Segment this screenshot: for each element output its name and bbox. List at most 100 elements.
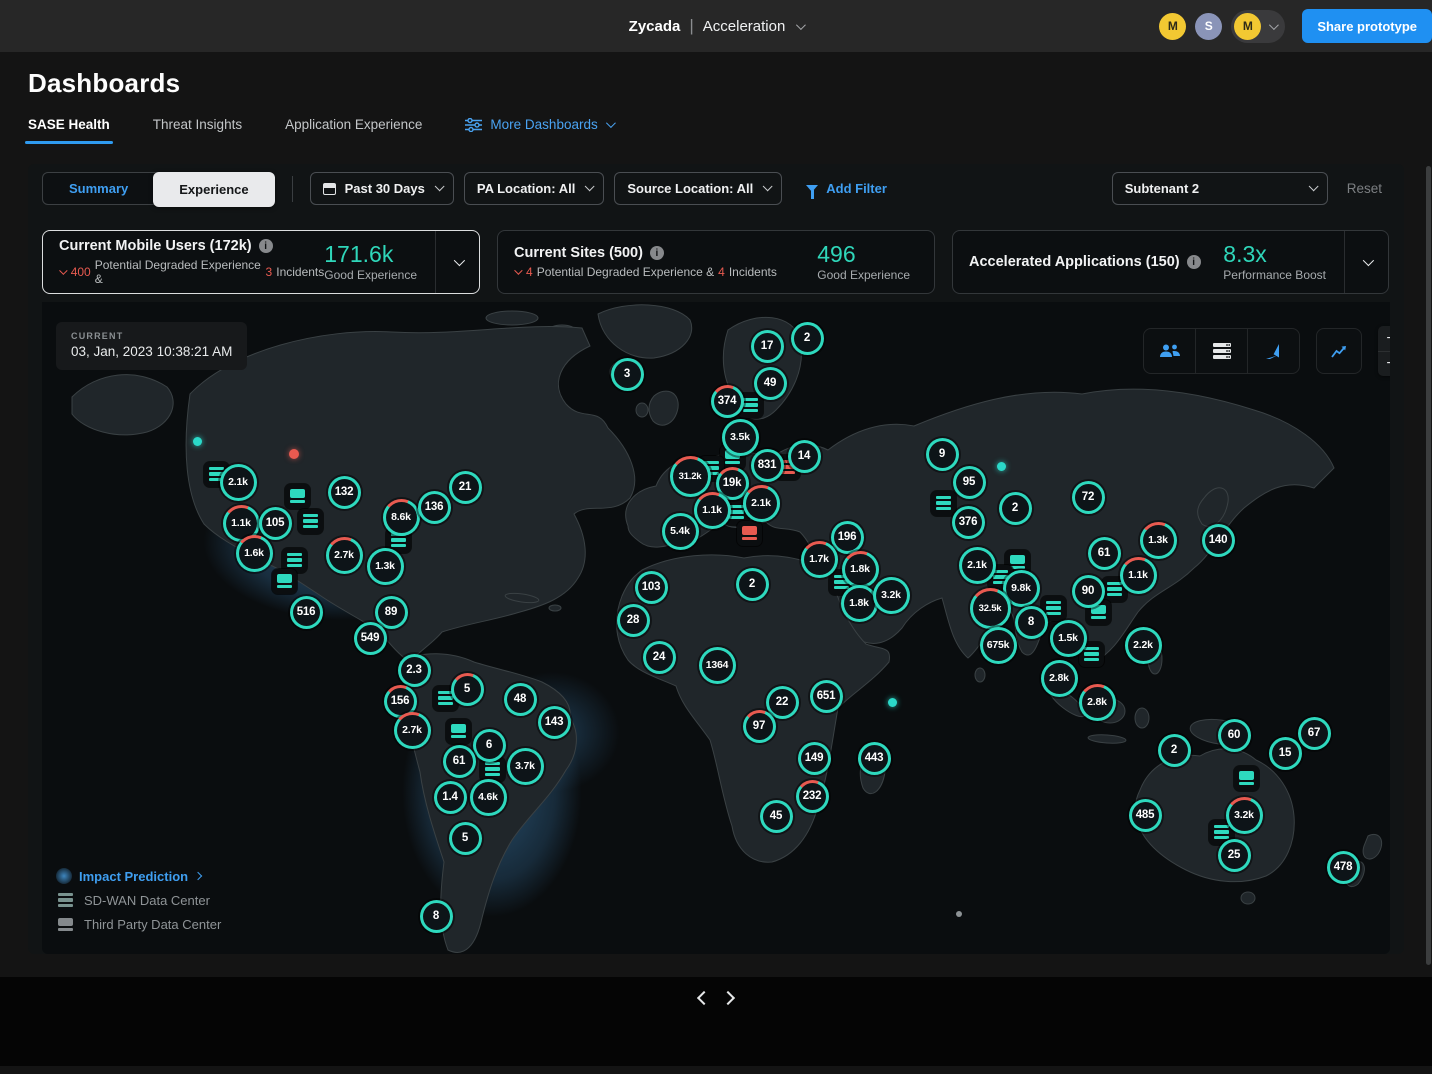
map-marker[interactable]: 2.1k [743, 485, 780, 522]
kpi-card-accelerated-apps[interactable]: Accelerated Applications (150) 8.3x Perf… [952, 230, 1389, 294]
sdwan-datacenter-icon[interactable] [931, 491, 956, 516]
map-marker[interactable]: 2 [791, 322, 824, 355]
map-marker[interactable]: 6 [473, 729, 506, 762]
map-marker[interactable]: 2 [1158, 734, 1191, 767]
map-marker[interactable]: 72 [1072, 481, 1105, 514]
map-marker[interactable]: 1.1k [1120, 557, 1157, 594]
map-marker[interactable]: 97 [743, 710, 776, 743]
map-marker[interactable]: 67 [1298, 717, 1331, 750]
thirdparty-datacenter-icon[interactable] [737, 521, 762, 546]
source-location-dropdown[interactable]: Source Location: All [614, 172, 782, 205]
map-marker[interactable]: 9 [926, 438, 959, 471]
map-marker[interactable]: 2.2k [1125, 627, 1162, 664]
map-marker[interactable]: 89 [375, 596, 408, 629]
map-marker[interactable]: 4.6k [470, 779, 507, 816]
map-marker[interactable]: 45 [760, 800, 793, 833]
map-marker[interactable]: 21 [449, 471, 482, 504]
map-marker[interactable]: 49 [754, 367, 787, 400]
map-marker[interactable]: 143 [538, 706, 571, 739]
user-menu[interactable]: M [1231, 10, 1285, 43]
map-marker[interactable]: 549 [354, 622, 387, 655]
next-page-icon[interactable] [721, 991, 735, 1005]
kpi-card-sites[interactable]: Current Sites (500) 4 Potential Degraded… [497, 230, 935, 294]
map-marker[interactable]: 374 [711, 385, 744, 418]
map-marker[interactable]: 485 [1129, 799, 1162, 832]
prisma-layer-button[interactable] [1247, 329, 1299, 373]
more-dashboards-menu[interactable]: More Dashboards [465, 117, 612, 144]
thirdparty-datacenter-icon[interactable] [446, 719, 471, 744]
map-marker[interactable]: 14 [788, 440, 821, 473]
chart-view-button[interactable] [1316, 328, 1362, 374]
thirdparty-datacenter-icon[interactable] [285, 484, 310, 509]
experience-toggle[interactable]: Experience [153, 172, 274, 207]
map-marker[interactable]: 232 [796, 780, 829, 813]
map-marker[interactable]: 376 [952, 506, 985, 539]
info-icon[interactable] [650, 246, 664, 260]
map-marker[interactable]: 95 [953, 466, 986, 499]
pa-location-dropdown[interactable]: PA Location: All [464, 172, 604, 205]
tab-threat-insights[interactable]: Threat Insights [153, 117, 242, 144]
legend-impact-prediction[interactable]: Impact Prediction [56, 868, 221, 884]
map-marker[interactable]: 1.3k [1140, 522, 1177, 559]
map-marker[interactable]: 3 [611, 358, 644, 391]
map-marker[interactable]: 28 [617, 604, 650, 637]
thirdparty-datacenter-icon[interactable] [1234, 766, 1259, 791]
map-marker[interactable]: 1.1k [694, 492, 731, 529]
map-marker[interactable]: 5 [451, 673, 484, 706]
expand-card-button[interactable] [1344, 231, 1388, 293]
subtenant-dropdown[interactable]: Subtenant 2 [1112, 172, 1328, 205]
expand-card-button[interactable] [435, 231, 479, 293]
map-marker[interactable]: 8 [420, 900, 453, 933]
map-marker[interactable]: 103 [635, 571, 668, 604]
map-marker[interactable]: 90 [1072, 575, 1105, 608]
map-marker[interactable]: 5 [449, 822, 482, 855]
info-icon[interactable] [259, 239, 273, 253]
map-marker[interactable]: 3.5k [722, 419, 759, 456]
map-marker[interactable]: 105 [259, 507, 292, 540]
map-marker[interactable]: 136 [418, 491, 451, 524]
share-prototype-button[interactable]: Share prototype [1302, 9, 1432, 43]
map-marker[interactable]: 2.8k [1041, 660, 1078, 697]
map-marker[interactable]: 1.5k [1050, 620, 1087, 657]
map-marker[interactable]: 1.8k [842, 551, 879, 588]
map-marker[interactable]: 149 [798, 742, 831, 775]
map-marker[interactable]: 651 [810, 680, 843, 713]
map-marker[interactable]: 17 [751, 330, 784, 363]
sdwan-datacenter-icon[interactable] [298, 509, 323, 534]
map-marker[interactable]: 1.4 [434, 781, 467, 814]
map-marker[interactable]: 2.1k [220, 464, 257, 501]
map-marker[interactable]: 48 [504, 683, 537, 716]
map-marker[interactable]: 2.1k [959, 547, 996, 584]
map-marker[interactable]: 8.6k [383, 499, 420, 536]
map-marker[interactable]: 61 [1088, 537, 1121, 570]
map-marker[interactable]: 25 [1218, 839, 1251, 872]
map-marker[interactable]: 2.3 [398, 654, 431, 687]
map-marker[interactable]: 2.7k [326, 537, 363, 574]
map-marker[interactable]: 675k [980, 627, 1017, 664]
map-marker[interactable]: 32.5k [970, 588, 1011, 629]
users-layer-button[interactable] [1144, 329, 1195, 373]
map-marker[interactable]: 61 [443, 745, 476, 778]
map-marker[interactable]: 3.2k [1226, 797, 1263, 834]
datacenter-layer-button[interactable] [1195, 329, 1247, 373]
map-marker[interactable]: 1.7k [801, 541, 838, 578]
summary-toggle[interactable]: Summary [43, 173, 154, 204]
map-marker[interactable]: 3.7k [507, 748, 544, 785]
map-marker[interactable]: 1364 [699, 647, 736, 684]
map-marker[interactable]: 1.3k [367, 548, 404, 585]
prev-page-icon[interactable] [697, 991, 711, 1005]
map-marker[interactable]: 516 [290, 596, 323, 629]
map-marker[interactable]: 2 [736, 568, 769, 601]
chevron-down-icon[interactable] [796, 20, 806, 30]
world-map[interactable]: 2.1k132211.1k1058.6k1361.6k2.7k1.3k51689… [42, 302, 1390, 954]
scrollbar-thumb[interactable] [1426, 166, 1431, 965]
map-marker[interactable]: 1.8k [841, 585, 878, 622]
avatar[interactable]: S [1195, 13, 1222, 40]
kpi-card-mobile-users[interactable]: Current Mobile Users (172k) 400 Potentia… [42, 230, 480, 294]
map-marker[interactable]: 5.4k [662, 513, 699, 550]
map-marker[interactable]: 8 [1015, 606, 1048, 639]
map-marker[interactable]: 3.2k [873, 577, 910, 614]
zoom-in-button[interactable]: + [1378, 326, 1390, 351]
map-marker[interactable]: 2.8k [1079, 684, 1116, 721]
map-marker[interactable]: 132 [328, 476, 361, 509]
